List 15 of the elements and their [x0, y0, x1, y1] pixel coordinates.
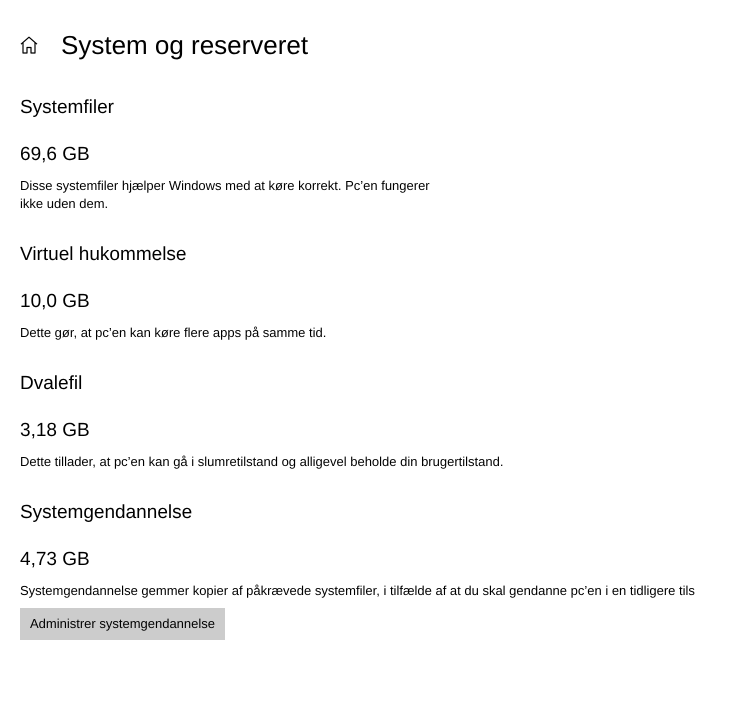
- section-heading: Systemgendannelse: [20, 501, 192, 525]
- page-title: System og reserveret: [61, 29, 308, 62]
- section-description: Dette tillader, at pc’en kan gå i slumretilstand og alligevel beholde din brugertilstand.: [20, 453, 504, 471]
- manage-system-restore-button[interactable]: Administrer systemgendannelse: [20, 608, 225, 640]
- storage-size: 4,73 GB: [20, 548, 90, 572]
- section-heading: Virtuel hukommelse: [20, 243, 187, 267]
- section-heading: Systemfiler: [20, 96, 114, 120]
- section-description: Disse systemfiler hjælper Windows med at køre korrekt. Pc’en fungerer ikke uden dem.: [20, 177, 431, 213]
- home-icon[interactable]: [20, 36, 38, 54]
- section-description: Systemgendannelse gemmer kopier af påkrævede systemfiler, i tilfælde af at du skal gendanne pc’en i en tidligere tils: [20, 582, 695, 600]
- section-heading: Dvalefil: [20, 372, 82, 396]
- storage-size: 3,18 GB: [20, 419, 90, 443]
- storage-size: 69,6 GB: [20, 143, 90, 167]
- storage-size: 10,0 GB: [20, 290, 90, 314]
- section-description: Dette gør, at pc’en kan køre flere apps på samme tid.: [20, 324, 326, 342]
